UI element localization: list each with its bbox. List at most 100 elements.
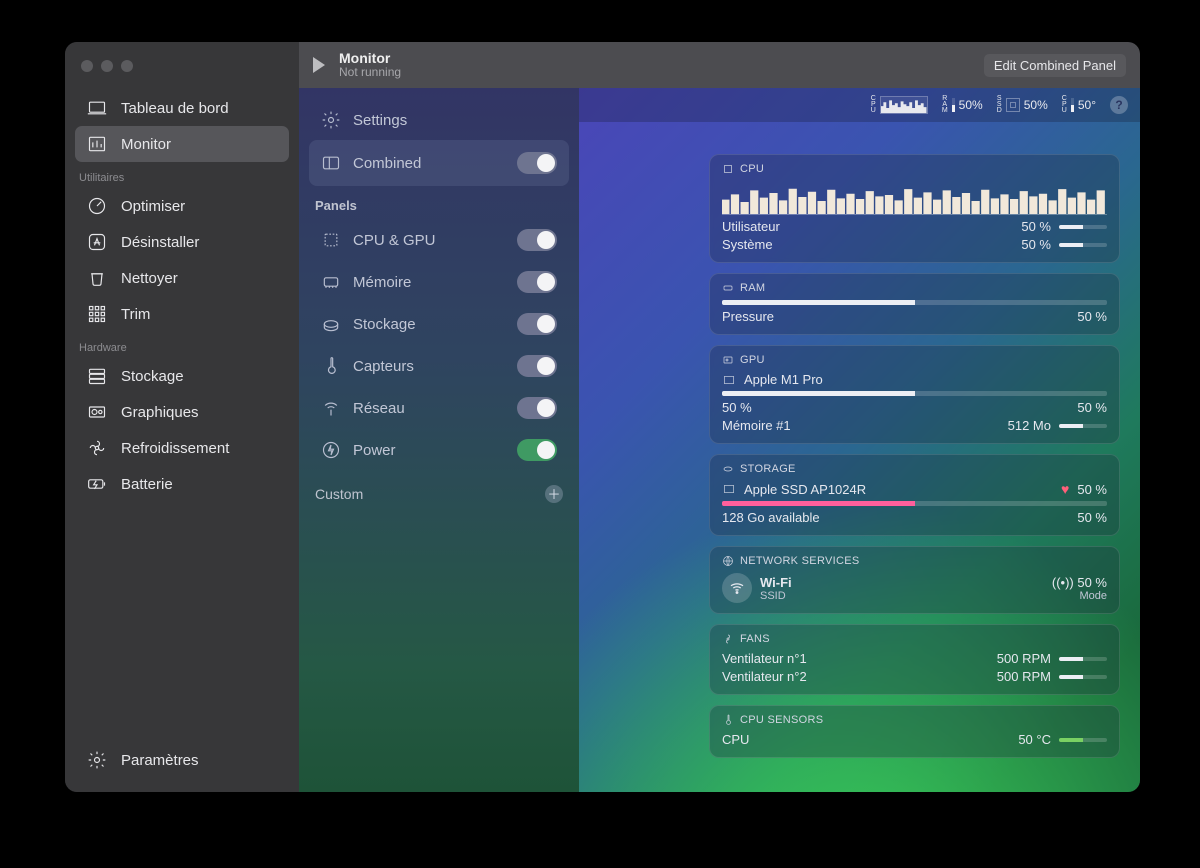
sidebar-item-parametres[interactable]: Paramètres <box>75 742 289 778</box>
menubar-cpu[interactable]: CPU <box>871 96 928 115</box>
bar-icon <box>952 98 955 112</box>
settings-row-label: Settings <box>353 112 407 129</box>
progress-bar <box>1059 243 1107 247</box>
gpu-device: Apple M1 Pro <box>744 372 823 387</box>
gear-icon <box>321 110 341 130</box>
card-cpu-sensors[interactable]: CPU SENSORS CPU 50 °C <box>709 705 1120 758</box>
storage-avail-pct: 50 % <box>1077 510 1107 525</box>
panel-toggle-reseau[interactable] <box>517 397 557 419</box>
panel-toggle-memoire[interactable] <box>517 271 557 293</box>
menubar-cpu-label: CPU <box>871 96 876 115</box>
traffic-min-icon[interactable] <box>101 60 113 72</box>
sidebar-item-batterie[interactable]: Batterie <box>75 466 289 502</box>
panel-row-memoire[interactable]: Mémoire <box>309 261 569 303</box>
card-title: CPU <box>740 163 764 175</box>
traffic-close-icon[interactable] <box>81 60 93 72</box>
disk-icon <box>321 314 341 334</box>
fan1-value: 500 RPM <box>997 651 1051 666</box>
settings-section-panels: Panels <box>309 186 569 219</box>
panel-row-capteurs[interactable]: Capteurs <box>309 345 569 387</box>
settings-row-settings[interactable]: Settings <box>309 100 569 140</box>
temp-row-value: 50 °C <box>1018 732 1051 747</box>
gpu-left-pct: 50 % <box>722 400 752 415</box>
gpu-mem-label: Mémoire #1 <box>722 418 791 433</box>
panel-toggle-capteurs[interactable] <box>517 355 557 377</box>
sidebar-item-label: Refroidissement <box>121 440 229 457</box>
gpu-card-icon <box>87 402 107 422</box>
progress-bar <box>1059 225 1107 229</box>
sidebar-item-label: Tableau de bord <box>121 100 229 117</box>
panel-toggle-power[interactable] <box>517 439 557 461</box>
wifi-icon <box>722 573 752 603</box>
topbar-subtitle: Not running <box>339 66 401 80</box>
panel-row-reseau[interactable]: Réseau <box>309 387 569 429</box>
appstore-icon <box>87 232 107 252</box>
card-gpu[interactable]: GPU Apple M1 Pro 50 % 50 % Mémoire #1 <box>709 345 1120 444</box>
sidebar-item-graphiques[interactable]: Graphiques <box>75 394 289 430</box>
fan2-value: 500 RPM <box>997 669 1051 684</box>
app-window: Tableau de bord Monitor Utilitaires Opti… <box>65 42 1140 792</box>
panel-row-label: Power <box>353 442 396 459</box>
panel-toggle-cpu-gpu[interactable] <box>517 229 557 251</box>
sidebar-item-monitor[interactable]: Monitor <box>75 126 289 162</box>
sidebar-item-nettoyer[interactable]: Nettoyer <box>75 260 289 296</box>
spark-icon <box>880 96 928 114</box>
card-title: STORAGE <box>740 463 796 475</box>
sidebar-section-hardware: Hardware <box>75 332 289 358</box>
menubar-temp[interactable]: CPU 50° <box>1062 96 1096 115</box>
sidebar-item-label: Désinstaller <box>121 234 199 251</box>
settings-row-custom[interactable]: Custom ＋ <box>309 471 569 517</box>
combined-toggle[interactable] <box>517 152 557 174</box>
memory-icon <box>321 272 341 292</box>
menubar-ssd[interactable]: SSD 50% <box>997 96 1048 115</box>
sidebar-item-desinstaller[interactable]: Désinstaller <box>75 224 289 260</box>
settings-row-combined[interactable]: Combined <box>309 140 569 186</box>
sidebar-item-stockage[interactable]: Stockage <box>75 358 289 394</box>
topbar: Monitor Not running Edit Combined Panel <box>299 42 1140 88</box>
right-pane: Monitor Not running Edit Combined Panel … <box>299 42 1140 792</box>
disk-box-icon <box>1006 98 1020 112</box>
storage-device: Apple SSD AP1024R <box>744 482 866 497</box>
net-ssid: SSID <box>760 590 792 602</box>
sidebar-item-dashboard[interactable]: Tableau de bord <box>75 90 289 126</box>
traffic-max-icon[interactable] <box>121 60 133 72</box>
sidebar-item-refroidissement[interactable]: Refroidissement <box>75 430 289 466</box>
panel-toggle-stockage[interactable] <box>517 313 557 335</box>
panel-row-label: Stockage <box>353 316 416 333</box>
panel-row-power[interactable]: Power <box>309 429 569 471</box>
trash-icon <box>87 268 107 288</box>
edit-combined-button[interactable]: Edit Combined Panel <box>984 54 1126 77</box>
panel-row-stockage[interactable]: Stockage <box>309 303 569 345</box>
card-cpu[interactable]: CPU Utilisateur 50 % Système <box>709 154 1120 263</box>
ram-pressure-label: Pressure <box>722 309 774 324</box>
play-icon[interactable] <box>313 57 325 73</box>
split-panel-icon <box>321 153 341 173</box>
sidebar-item-optimiser[interactable]: Optimiser <box>75 188 289 224</box>
menubar-ssd-label: SSD <box>997 96 1002 115</box>
heart-icon: ♥ <box>1061 481 1069 497</box>
card-fans[interactable]: FANS Ventilateur n°1 500 RPM Ventilateur… <box>709 624 1120 695</box>
help-icon[interactable]: ? <box>1110 96 1128 114</box>
sidebar-item-label: Monitor <box>121 136 171 153</box>
progress-bar <box>1059 675 1107 679</box>
settings-column: Settings Combined Panels CPU & GPU <box>299 88 579 792</box>
sidebar: Tableau de bord Monitor Utilitaires Opti… <box>65 42 299 792</box>
progress-bar <box>1059 424 1107 428</box>
card-network[interactable]: NETWORK SERVICES Wi-Fi SSID ((•) <box>709 546 1120 614</box>
progress-bar <box>1059 738 1107 742</box>
sidebar-item-trim[interactable]: Trim <box>75 296 289 332</box>
cpu-user-label: Utilisateur <box>722 219 780 234</box>
net-pct: 50 % <box>1077 575 1107 590</box>
panel-row-cpu-gpu[interactable]: CPU & GPU <box>309 219 569 261</box>
cpu-sys-value: 50 % <box>1021 237 1051 252</box>
card-ram[interactable]: RAM Pressure 50 % <box>709 273 1120 335</box>
battery-bolt-icon <box>87 474 107 494</box>
plus-icon[interactable]: ＋ <box>545 485 563 503</box>
window-controls[interactable] <box>75 56 289 90</box>
panel-row-label: Capteurs <box>353 358 414 375</box>
menubar-ram[interactable]: RAM 50% <box>942 96 983 115</box>
card-storage[interactable]: STORAGE Apple SSD AP1024R ♥ 50 % 128 Go … <box>709 454 1120 536</box>
sidebar-item-label: Graphiques <box>121 404 199 421</box>
progress-bar <box>722 391 1107 396</box>
cpu-icon <box>321 230 341 250</box>
